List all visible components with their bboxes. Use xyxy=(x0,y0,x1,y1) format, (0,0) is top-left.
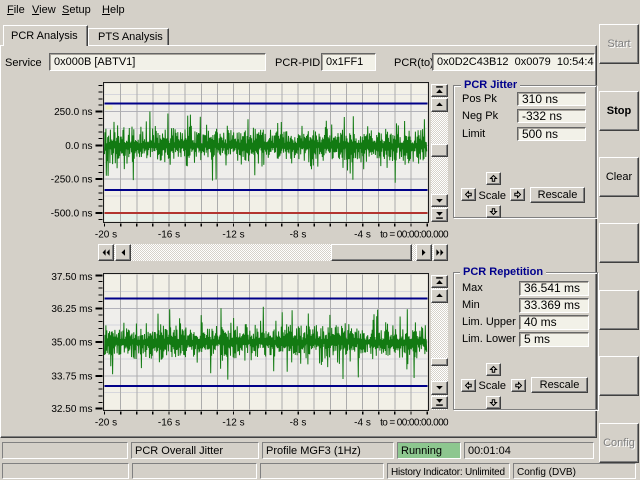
svg-text:-16 s: -16 s xyxy=(158,418,180,429)
svg-text:-16 s: -16 s xyxy=(158,230,180,241)
svg-text:-250.0 ns: -250.0 ns xyxy=(51,175,93,186)
svg-text:-12 s: -12 s xyxy=(222,418,244,429)
svg-text:32.50 ms: 32.50 ms xyxy=(51,404,92,415)
svg-text:-12 s: -12 s xyxy=(222,230,244,241)
svg-text:to = 00:00:00.000: to = 00:00:00.000 xyxy=(380,230,449,241)
svg-text:0.0 ns: 0.0 ns xyxy=(65,141,92,152)
svg-text:-8 s: -8 s xyxy=(290,230,307,241)
svg-text:37.50 ms: 37.50 ms xyxy=(51,272,92,283)
svg-text:-4 s: -4 s xyxy=(354,230,371,241)
svg-text:to = 00:00:00.000: to = 00:00:00.000 xyxy=(380,418,449,429)
svg-text:35.00 ms: 35.00 ms xyxy=(51,338,92,349)
svg-text:33.75 ms: 33.75 ms xyxy=(51,371,92,382)
svg-text:-20 s: -20 s xyxy=(95,230,117,241)
svg-text:-500.0 ns: -500.0 ns xyxy=(51,209,93,220)
svg-text:250.0 ns: 250.0 ns xyxy=(54,107,92,118)
svg-text:36.25 ms: 36.25 ms xyxy=(51,304,92,315)
svg-text:-4 s: -4 s xyxy=(354,418,371,429)
svg-text:-20 s: -20 s xyxy=(95,418,117,429)
svg-text:-8 s: -8 s xyxy=(290,418,307,429)
